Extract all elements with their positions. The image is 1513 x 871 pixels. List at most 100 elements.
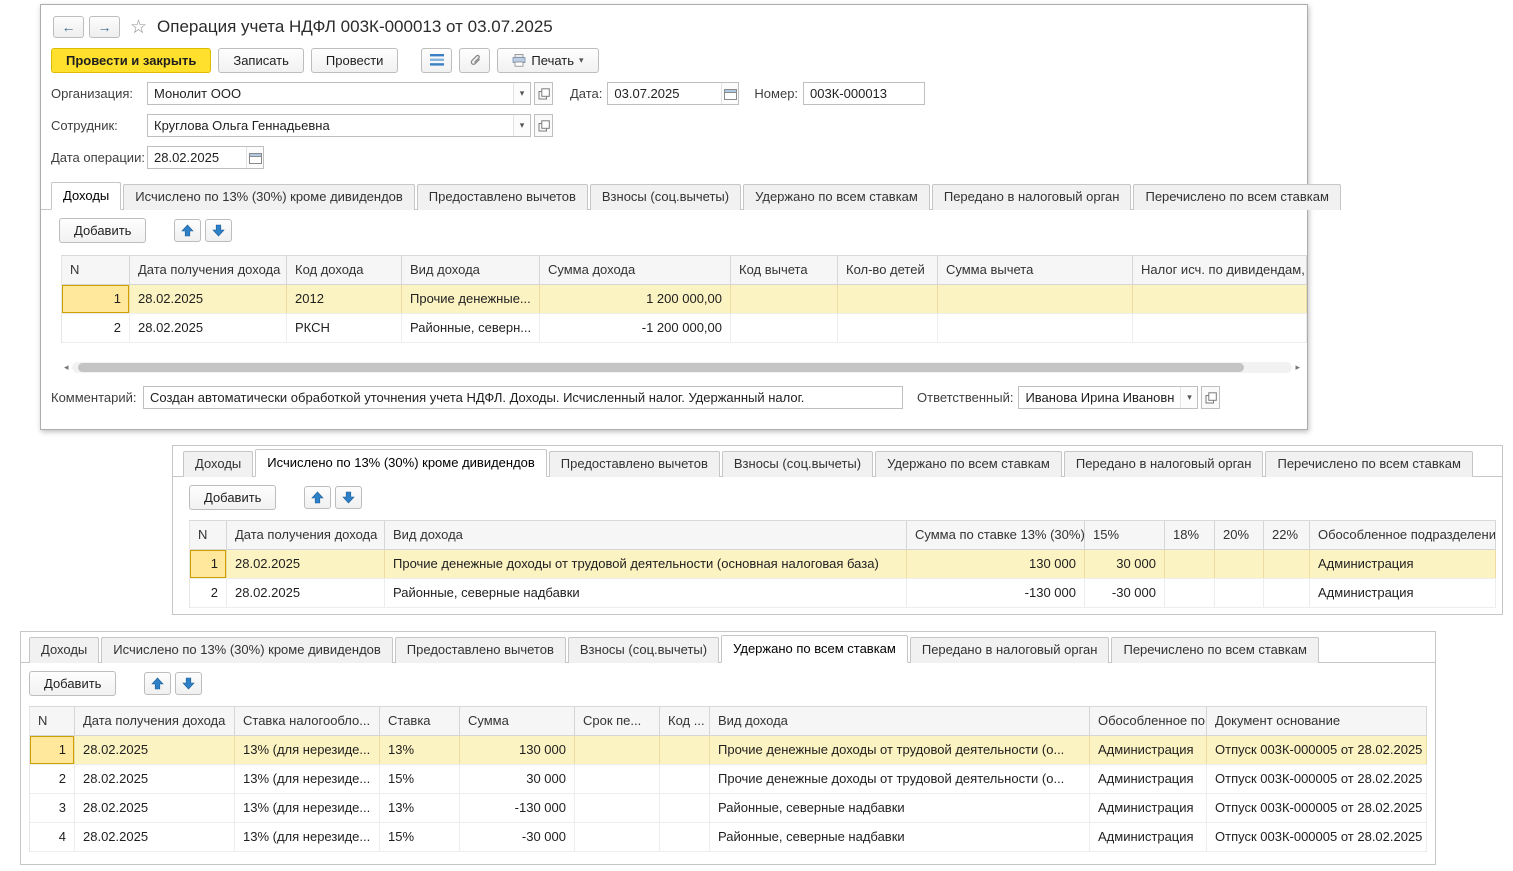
related-documents-button[interactable] (421, 48, 452, 73)
cell[interactable]: 2012 (287, 285, 402, 313)
cell[interactable] (731, 314, 838, 342)
cell[interactable]: 130 000 (460, 736, 575, 764)
tab-3[interactable]: Предоставлено вычетов (549, 451, 720, 477)
cell[interactable] (938, 314, 1133, 342)
organization-input[interactable] (148, 83, 513, 104)
cell[interactable]: Районные, северные надбавки (710, 823, 1090, 851)
cell[interactable] (575, 794, 660, 822)
cell[interactable] (1264, 579, 1310, 607)
cell[interactable]: 15% (380, 823, 460, 851)
tab-6[interactable]: Передано в налоговый орган (932, 184, 1132, 210)
number-input[interactable] (803, 82, 925, 105)
tab-3[interactable]: Предоставлено вычетов (395, 637, 566, 663)
cell[interactable]: Районные, северн... (402, 314, 540, 342)
organization-open-button[interactable] (534, 82, 553, 105)
cell[interactable]: Прочие денежные доходы от трудовой деяте… (710, 765, 1090, 793)
cell[interactable]: 13% (380, 794, 460, 822)
cell[interactable] (575, 765, 660, 793)
move-up-button[interactable] (174, 219, 201, 242)
employee-open-button[interactable] (534, 114, 553, 137)
cell[interactable]: Администрация (1090, 794, 1207, 822)
tab-2[interactable]: Исчислено по 13% (30%) кроме дивидендов (255, 449, 547, 477)
responsible-dropdown-icon[interactable]: ▾ (1180, 387, 1197, 408)
cell[interactable] (575, 736, 660, 764)
cell[interactable]: 13% (для нерезиде... (235, 765, 380, 793)
tab-4[interactable]: Взносы (соц.вычеты) (568, 637, 719, 663)
cell[interactable]: 13% (для нерезиде... (235, 736, 380, 764)
cell[interactable]: -30 000 (460, 823, 575, 851)
tab-5[interactable]: Удержано по всем ставкам (875, 451, 1062, 477)
cell[interactable]: Отпуск 003К-000005 от 28.02.2025 (1207, 823, 1427, 851)
cell[interactable]: Прочие денежные доходы от трудовой деяте… (710, 736, 1090, 764)
cell[interactable] (1133, 314, 1307, 342)
cell[interactable] (660, 794, 710, 822)
table-row[interactable]: 128.02.2025Прочие денежные доходы от тру… (190, 550, 1496, 579)
employee-input[interactable] (148, 115, 513, 136)
date-input[interactable] (608, 83, 721, 104)
tab-7[interactable]: Перечислено по всем ставкам (1265, 451, 1472, 477)
tab-7[interactable]: Перечислено по всем ставкам (1133, 184, 1340, 210)
cell[interactable]: 28.02.2025 (130, 314, 287, 342)
cell[interactable] (1264, 550, 1310, 578)
cell[interactable]: Администрация (1090, 823, 1207, 851)
tab-4[interactable]: Взносы (соц.вычеты) (590, 184, 741, 210)
cell[interactable]: -130 000 (907, 579, 1085, 607)
cell[interactable]: 4 (30, 823, 75, 851)
cell[interactable]: 130 000 (907, 550, 1085, 578)
table-row[interactable]: 128.02.202513% (для нерезиде...13%130 00… (30, 736, 1427, 765)
cell[interactable]: Районные, северные надбавки (710, 794, 1090, 822)
add-row-button[interactable]: Добавить (189, 485, 276, 510)
table-row[interactable]: 228.02.2025РКСНРайонные, северн...-1 200… (62, 314, 1307, 343)
tab-4[interactable]: Взносы (соц.вычеты) (722, 451, 873, 477)
comment-input[interactable] (143, 386, 903, 409)
cell[interactable] (660, 736, 710, 764)
cell[interactable]: Прочие денежные доходы от трудовой деяте… (385, 550, 907, 578)
table-row[interactable]: 228.02.202513% (для нерезиде...15%30 000… (30, 765, 1427, 794)
scroll-left-icon[interactable]: ◂ (61, 361, 72, 373)
calendar-icon[interactable] (721, 83, 738, 104)
cell[interactable] (1165, 579, 1215, 607)
responsible-input[interactable] (1019, 387, 1180, 408)
favorite-star-icon[interactable]: ☆ (130, 16, 147, 39)
cell[interactable] (1215, 550, 1264, 578)
cell[interactable]: 1 (190, 550, 227, 578)
table-row[interactable]: 328.02.202513% (для нерезиде...13%-130 0… (30, 794, 1427, 823)
move-up-button[interactable] (144, 672, 171, 695)
cell[interactable]: 3 (30, 794, 75, 822)
add-row-button[interactable]: Добавить (59, 218, 146, 243)
cell[interactable]: -30 000 (1085, 579, 1165, 607)
cell[interactable]: РКСН (287, 314, 402, 342)
cell[interactable] (660, 823, 710, 851)
table-row[interactable]: 228.02.2025Районные, северные надбавки-1… (190, 579, 1496, 608)
cell[interactable]: 28.02.2025 (227, 579, 385, 607)
tab-2[interactable]: Исчислено по 13% (30%) кроме дивидендов (123, 184, 415, 210)
cell[interactable]: 13% (380, 736, 460, 764)
cell[interactable]: 15% (380, 765, 460, 793)
cell[interactable]: Администрация (1090, 765, 1207, 793)
tab-3[interactable]: Предоставлено вычетов (417, 184, 588, 210)
tab-6[interactable]: Передано в налоговый орган (910, 637, 1110, 663)
tab-1[interactable]: Доходы (51, 182, 121, 210)
cell[interactable]: 28.02.2025 (75, 736, 235, 764)
add-row-button[interactable]: Добавить (29, 671, 116, 696)
cell[interactable]: 2 (190, 579, 227, 607)
cell[interactable] (575, 823, 660, 851)
organization-dropdown-icon[interactable]: ▾ (513, 83, 530, 104)
operation-date-input[interactable] (148, 147, 246, 168)
back-button[interactable]: ← (53, 16, 84, 38)
tab-5[interactable]: Удержано по всем ставкам (721, 635, 908, 663)
tab-2[interactable]: Исчислено по 13% (30%) кроме дивидендов (101, 637, 393, 663)
cell[interactable] (938, 285, 1133, 313)
cell[interactable] (1215, 579, 1264, 607)
horizontal-scrollbar[interactable]: ◂ ▸ (61, 361, 1303, 373)
cell[interactable] (838, 285, 938, 313)
cell[interactable]: Районные, северные надбавки (385, 579, 907, 607)
cell[interactable]: 2 (62, 314, 130, 342)
cell[interactable]: 30 000 (460, 765, 575, 793)
post-button[interactable]: Провести (311, 48, 399, 73)
cell[interactable]: -130 000 (460, 794, 575, 822)
tab-6[interactable]: Передано в налоговый орган (1064, 451, 1264, 477)
move-down-button[interactable] (335, 486, 362, 509)
move-down-button[interactable] (205, 219, 232, 242)
scrollbar-track[interactable] (72, 362, 1293, 373)
